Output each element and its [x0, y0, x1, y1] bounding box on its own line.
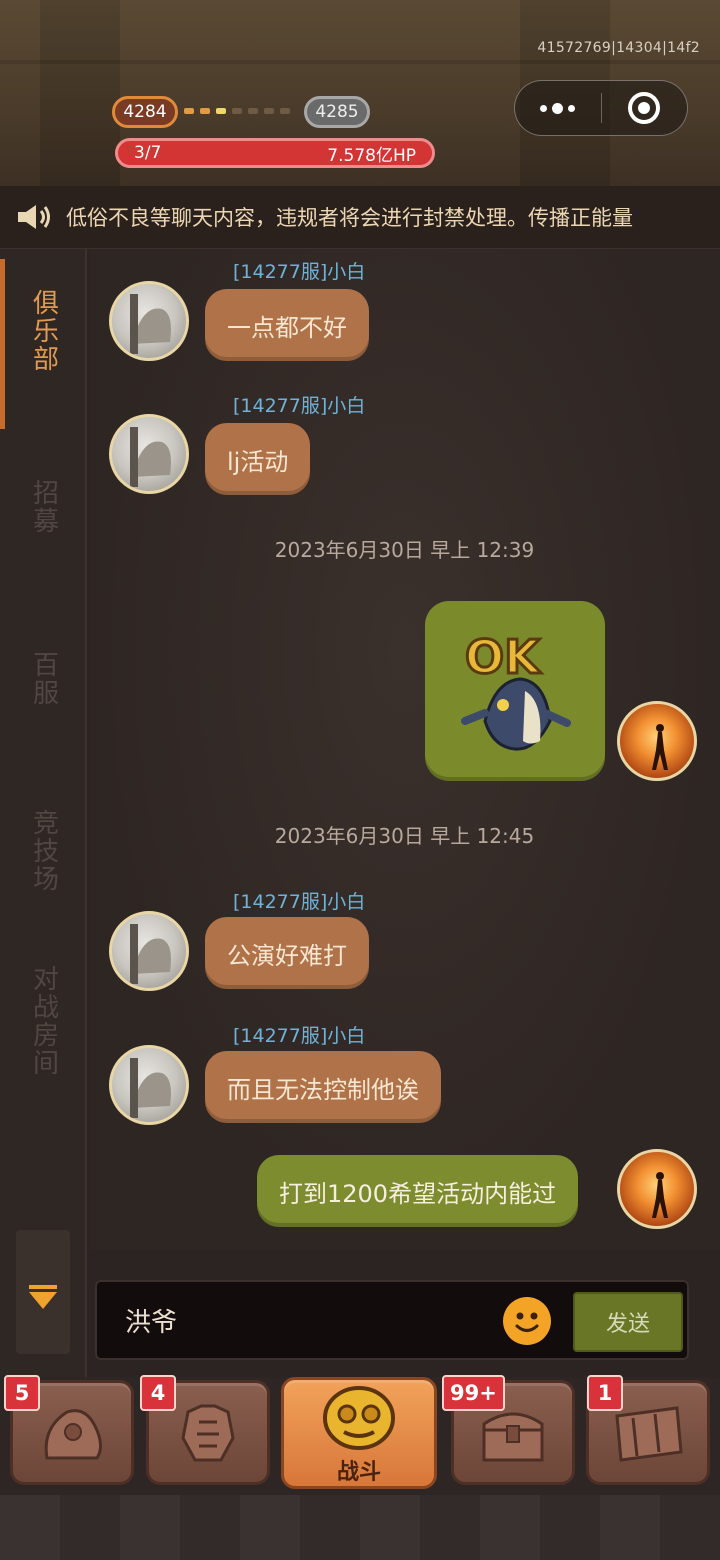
more-dots-icon	[540, 102, 576, 114]
game-header: 41572769|14304|14f2 4284 4285 3/7 7.578亿…	[0, 0, 720, 186]
chat-input-bar: 洪爷 发送	[95, 1280, 689, 1360]
message-bubble[interactable]: 而且无法控制他诶	[205, 1051, 441, 1123]
sticker-ok-text: OK	[465, 630, 542, 684]
background-plank	[0, 60, 720, 64]
nav-hero-badge: 5	[4, 1375, 40, 1411]
nav-battle-label: 战斗	[336, 1460, 381, 1485]
notice-text: 低俗不良等聊天内容，违规者将会进行封禁处理。传播正能量	[66, 206, 633, 230]
ok-sticker-message[interactable]: OK	[425, 601, 605, 781]
my-message-bubble[interactable]: 打到1200希望活动内能过	[257, 1155, 579, 1227]
background-plank	[40, 0, 120, 186]
bottom-decor-strip	[0, 1495, 720, 1560]
scroll-to-bottom-button[interactable]	[16, 1230, 70, 1354]
level-current-badge: 4284	[112, 96, 178, 128]
message-bubble[interactable]: lj活动	[205, 423, 311, 495]
my-avatar[interactable]	[617, 1149, 697, 1229]
tab-arena[interactable]: 竞技场	[0, 809, 87, 893]
tab-club-label: 俱乐部	[28, 289, 59, 373]
arrow-down-icon	[29, 1285, 57, 1309]
tab-battle-room[interactable]: 对战房间	[0, 965, 87, 1077]
target-circle-icon	[628, 92, 661, 124]
speaker-icon	[18, 205, 50, 229]
user-avatar[interactable]	[109, 414, 189, 494]
message-timestamp: 2023年6月30日 早上 12:39	[274, 538, 535, 562]
nav-battle-button[interactable]: 战斗	[281, 1377, 437, 1489]
boss-hp-bar: 3/7 7.578亿HP	[115, 138, 435, 168]
smiley-face-icon	[515, 1312, 539, 1332]
my-avatar[interactable]	[617, 701, 697, 781]
message-sender-name: [14277服]小白	[233, 395, 366, 417]
tab-hundred-servers-label: 百服	[28, 651, 59, 707]
tab-recruit-label: 招募	[28, 479, 59, 535]
nav-armor-badge: 4	[140, 1375, 176, 1411]
level-next-badge: 4285	[304, 96, 370, 128]
chat-message-list[interactable]: [14277服]小白 一点都不好 [14277服]小白 lj活动 2023年6月…	[89, 249, 720, 1249]
message-bubble[interactable]: 公演好难打	[205, 917, 369, 989]
wave-counter: 3/7	[134, 143, 162, 163]
tab-recruit[interactable]: 招募	[0, 479, 87, 535]
more-button[interactable]	[515, 81, 601, 135]
tab-club[interactable]: 俱乐部	[0, 259, 87, 429]
message-sender-name: [14277服]小白	[233, 891, 366, 913]
nav-map-badge: 1	[587, 1375, 623, 1411]
message-input[interactable]: 洪爷	[125, 1302, 177, 1339]
tab-arena-label: 竞技场	[28, 809, 59, 893]
level-progress-dots	[184, 108, 300, 116]
emoji-button[interactable]	[503, 1297, 551, 1345]
message-bubble[interactable]: 一点都不好	[205, 289, 369, 361]
chat-channel-sidebar: 俱乐部 招募 百服 竞技场 对战房间	[0, 249, 87, 1377]
boss-hp-value: 7.578亿HP	[327, 145, 416, 166]
battle-icon	[323, 1386, 395, 1450]
tab-battle-room-label: 对战房间	[28, 965, 59, 1077]
close-miniprogram-button[interactable]	[602, 81, 688, 135]
nav-chest-badge: 99+	[442, 1375, 505, 1411]
tab-hundred-servers[interactable]: 百服	[0, 651, 87, 707]
user-avatar[interactable]	[109, 911, 189, 991]
ok-fish-sticker-icon: OK	[461, 629, 571, 751]
hero-icon	[44, 1408, 102, 1459]
user-avatar[interactable]	[109, 1045, 189, 1125]
message-timestamp: 2023年6月30日 早上 12:45	[274, 824, 535, 848]
armor-icon	[181, 1404, 235, 1461]
mini-program-capsule	[514, 80, 688, 136]
message-sender-name: [14277服]小白	[233, 261, 366, 283]
bottom-navigation: 5 4 战斗 99+ 1	[0, 1375, 720, 1560]
chat-notice-banner: 低俗不良等聊天内容，违规者将会进行封禁处理。传播正能量	[0, 186, 720, 249]
user-avatar[interactable]	[109, 281, 189, 361]
message-sender-name: [14277服]小白	[233, 1025, 366, 1047]
send-button[interactable]: 发送	[573, 1292, 683, 1352]
player-id-text: 41572769|14304|14f2	[537, 40, 700, 56]
